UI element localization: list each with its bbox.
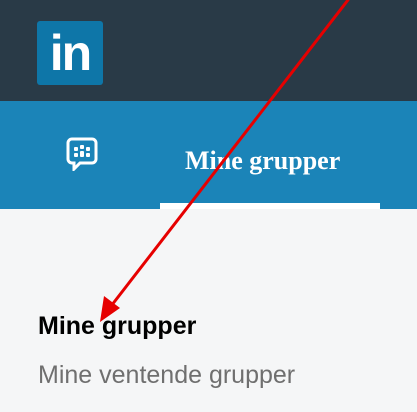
tab-bar: Mine grupper: [0, 101, 417, 209]
linkedin-logo[interactable]: in: [37, 21, 103, 85]
tab-mine-grupper[interactable]: Mine grupper: [185, 146, 340, 176]
top-header: in: [0, 0, 417, 101]
groups-chat-icon[interactable]: [66, 137, 98, 173]
menu-item-mine-ventende-grupper[interactable]: Mine ventende grupper: [38, 361, 295, 390]
menu-item-mine-grupper[interactable]: Mine grupper: [38, 312, 196, 341]
page: in Mine grupper Mine grupper Mine venten…: [0, 0, 417, 412]
groups-menu: Mine grupper Mine ventende grupper: [0, 209, 417, 412]
